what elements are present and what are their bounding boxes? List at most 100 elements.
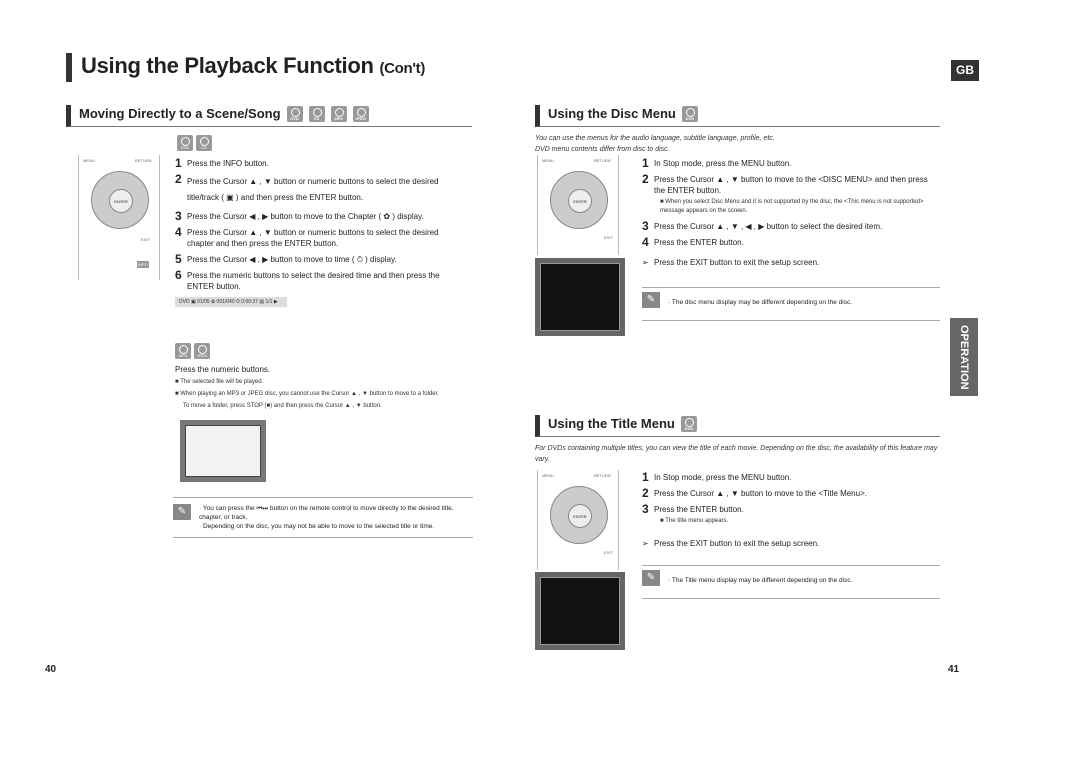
dvd-disc-icon: DVD: [681, 106, 698, 122]
menu-label: MENU: [83, 158, 95, 163]
operation-tab: OPERATION: [950, 318, 978, 396]
step-text: Press the INFO button.: [187, 159, 269, 168]
tip-text: Press the EXIT button to exit the setup …: [654, 539, 820, 548]
step: 3 Press the Cursor ▲ , ▼ , ◀ , ▶ button t…: [642, 219, 937, 233]
step-number: 1: [175, 156, 182, 170]
section-heading: Using the Title Menu DVD: [535, 415, 940, 437]
mp3-note: ■ When playing an MP3 or JPEG disc, you …: [175, 391, 439, 397]
page-title: Using the Playback Function (Con't): [66, 53, 425, 82]
exit-label: EXIT: [604, 235, 613, 240]
enter-button: ENTER: [109, 189, 133, 213]
step-note: ■ The title menu appears.: [660, 518, 729, 524]
step-number: 4: [642, 235, 649, 249]
step-text: Press the ENTER button.: [654, 238, 744, 247]
cursor-pad: ENTER: [550, 171, 608, 229]
scene-section: Moving Directly to a Scene/Song DVD CD MP3…: [66, 105, 472, 127]
menu-label: MENU: [542, 473, 554, 478]
dvd-disc-icon: DVD: [286, 106, 303, 122]
note-text: When playing an MP3 or JPEG disc, you ca…: [180, 391, 439, 397]
info-display-bar: DVD ▣ 01/05 ✿ 001/040 ⏱ 0:00:37 ▤ 1/1 ▶: [175, 297, 287, 307]
step-number: 4: [175, 225, 182, 239]
step-number: 1: [642, 156, 649, 170]
cd-disc-icon: CD: [196, 135, 212, 151]
step: 4 Press the ENTER button.: [642, 235, 937, 249]
scene-steps: 1 Press the INFO button. 2 Press the Curso…: [175, 156, 465, 307]
step: 1 Press the INFO button.: [175, 156, 465, 170]
return-label: RETURN: [594, 473, 611, 478]
title-menu-section: Using the Title Menu DVD For DVDs contain…: [535, 415, 940, 465]
return-label: RETURN: [135, 158, 152, 163]
step: 5 Press the Cursor ◀ , ▶ button to move t…: [175, 252, 465, 266]
note-box: ✎ · The disc menu display may be differen…: [642, 287, 940, 321]
step: 2 Press the Cursor ▲ , ▼ button to move t…: [642, 486, 937, 500]
enter-button: ENTER: [568, 189, 592, 213]
step-number: 3: [175, 209, 182, 223]
step-number: 1: [642, 470, 649, 484]
step-text: Press the ENTER button.: [654, 505, 744, 514]
step-number: 2: [642, 486, 649, 500]
step-text: Press the Cursor ▲ , ▼ button to move to…: [654, 489, 867, 498]
note-text: · You can press the ⏮⏭ button on the rem…: [199, 505, 454, 521]
heading-text: Using the Title Menu: [548, 416, 675, 431]
page-number-left: 40: [45, 664, 57, 675]
note-text: · The disc menu display may be different…: [668, 299, 853, 306]
step-text: Press the Cursor ▲ , ▼ button to move to…: [654, 175, 928, 195]
mp3-disc-icon: MP3: [330, 106, 347, 122]
language-badge: GB: [951, 60, 979, 81]
jpeg-disc-icon: JPEG: [194, 343, 210, 359]
note-pencil-icon: ✎: [642, 570, 660, 586]
title-menu-steps: 1 In Stop mode, press the MENU button. 2P…: [642, 470, 937, 554]
note-box: ✎ · The Title menu display may be differe…: [642, 565, 940, 599]
step-text: Press the Cursor ▲ , ▼ button or numeric…: [187, 177, 439, 202]
disc-menu-screen-illustration: [535, 258, 625, 336]
remote-illustration: MENU RETURN ENTER EXIT: [537, 470, 619, 570]
step-note: ■ When you select Disc Menu and it is no…: [660, 199, 924, 214]
tip: ➢ Press the EXIT button to exit the setup…: [642, 538, 937, 549]
section-heading: Using the Disc Menu DVD: [535, 105, 940, 127]
remote-illustration: MENU RETURN ENTER EXIT: [537, 155, 619, 255]
step-number: 2: [175, 172, 182, 186]
step: 2 Press the Cursor ▲ , ▼ button or numeri…: [175, 172, 465, 206]
exit-label: EXIT: [141, 237, 150, 242]
mp3-screen-illustration: [180, 420, 266, 482]
heading-text: Moving Directly to a Scene/Song: [79, 106, 281, 121]
enter-button: ENTER: [568, 504, 592, 528]
mp3-lead: Press the numeric buttons.: [175, 365, 271, 374]
note-box: ✎ · You can press the ⏮⏭ button on the r…: [173, 497, 473, 538]
step-text: Press the Cursor ◀ , ▶ button to move to…: [187, 255, 397, 264]
note-pencil-icon: ✎: [173, 504, 191, 520]
step-text: Press the numeric buttons to select the …: [187, 271, 440, 291]
exit-label: EXIT: [604, 550, 613, 555]
step-number: 5: [175, 252, 182, 266]
tip: ➢ Press the EXIT button to exit the setup…: [642, 257, 937, 268]
title-text: Using the Playback Function: [81, 53, 374, 78]
menu-label: MENU: [542, 158, 554, 163]
step-text: Press the Cursor ▲ , ▼ button or numeric…: [187, 228, 439, 248]
title-menu-screen-illustration: [535, 572, 625, 650]
mp3-instructions: Press the numeric buttons. ■ The selecte…: [175, 365, 475, 411]
step-number: 3: [642, 502, 649, 516]
arrow-icon: ➢: [642, 258, 649, 267]
step-number: 3: [642, 219, 649, 233]
step: 3 Press the ENTER button.: [642, 502, 937, 516]
cursor-pad: ENTER: [91, 171, 149, 229]
step: 1 In Stop mode, press the MENU button.: [642, 470, 937, 484]
tip-text: Press the EXIT button to exit the setup …: [654, 258, 820, 267]
step: 6 Press the numeric buttons to select the…: [175, 269, 465, 292]
sub-disc-icons: DVD CD: [177, 135, 212, 151]
step: 1 In Stop mode, press the MENU button.: [642, 156, 937, 170]
section-heading: Moving Directly to a Scene/Song DVD CD MP3…: [66, 105, 472, 127]
disc-menu-section: Using the Disc Menu DVD You can use the m…: [535, 105, 940, 155]
step-text: Press the Cursor ▲ , ▼ , ◀ , ▶ button to…: [654, 222, 883, 231]
step-text: Press the Cursor ◀ , ▶ button to move to…: [187, 212, 424, 221]
mp3-note: To move a folder, press STOP (■) and the…: [183, 403, 382, 409]
note-text: · The Title menu display may be differen…: [668, 577, 853, 584]
dvd-disc-icon: DVD: [177, 135, 193, 151]
jpeg-disc-icon: JPEG: [352, 106, 369, 122]
intro-text: DVD menu contents differ from disc to di…: [535, 146, 670, 153]
step: 2 Press the Cursor ▲ , ▼ button to move t…: [642, 173, 937, 196]
info-button: INFO: [137, 261, 149, 268]
dvd-disc-icon: DVD: [680, 416, 697, 432]
note-text: The selected file will be played.: [180, 379, 264, 385]
return-label: RETURN: [594, 158, 611, 163]
